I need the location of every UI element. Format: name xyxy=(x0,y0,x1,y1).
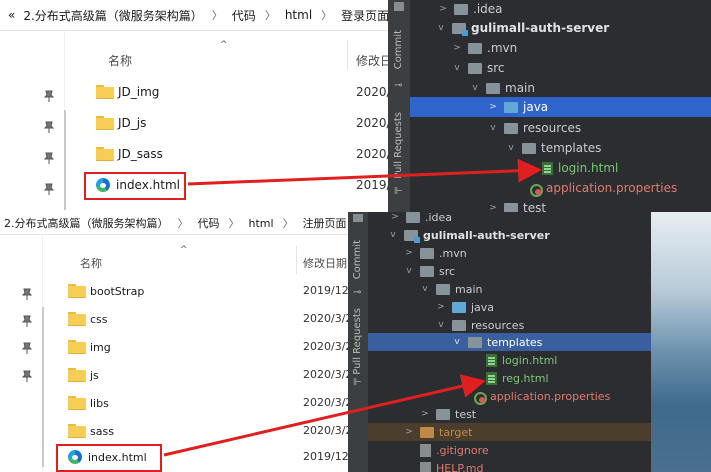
annotation-arrows xyxy=(163,158,542,457)
arrow-bottom xyxy=(163,374,486,457)
arrow-top xyxy=(187,158,542,186)
